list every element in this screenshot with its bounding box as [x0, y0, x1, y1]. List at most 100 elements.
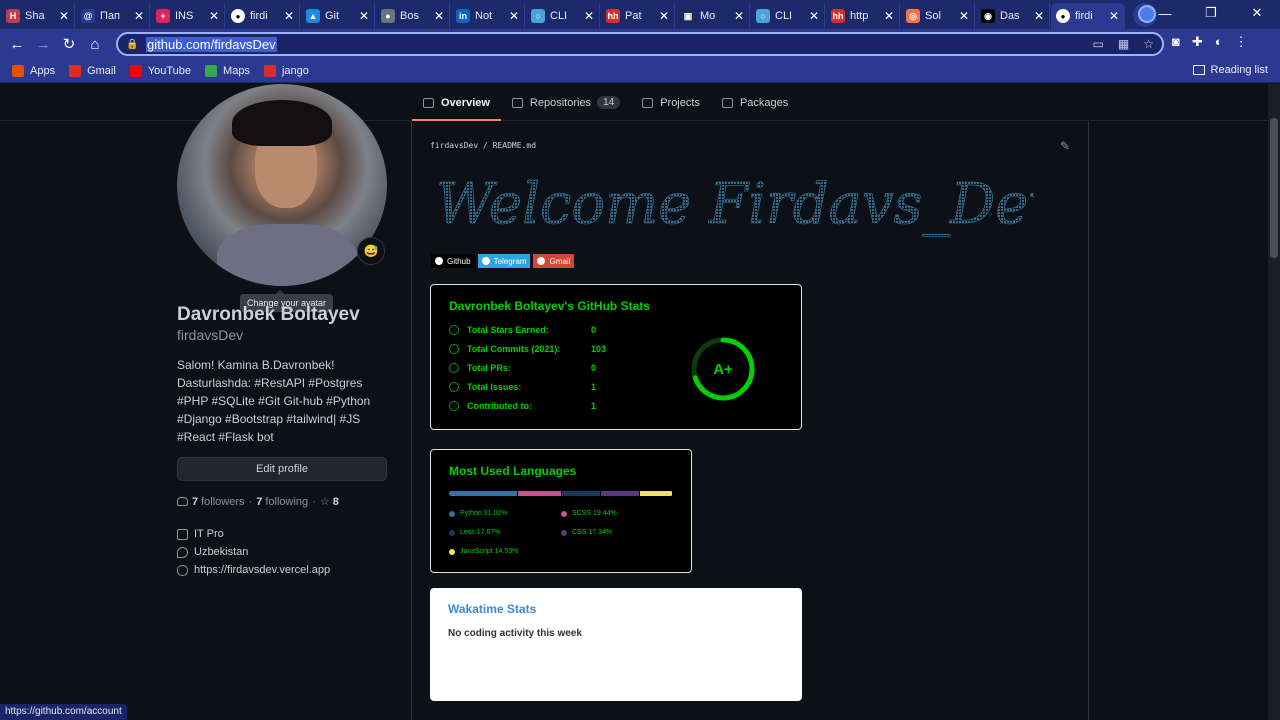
reading-list-button[interactable]: Reading list — [1192, 64, 1268, 76]
cast-icon[interactable]: ▭ — [1093, 37, 1104, 51]
github-icon: ● — [231, 9, 245, 23]
browser-tab[interactable]: ◎ Sol ✕ — [901, 3, 975, 29]
close-tab-icon[interactable]: ✕ — [959, 9, 969, 23]
language-legend-item: Python 31.02% — [449, 510, 507, 517]
extension-icons: ◙ ✚ ◐ ⋮ — [1172, 34, 1248, 50]
close-tab-icon[interactable]: ✕ — [434, 9, 444, 23]
browser-tab[interactable]: ● Bos ✕ — [376, 3, 450, 29]
home-icon[interactable]: ⌂ — [82, 36, 108, 53]
avatar-jacket-shape — [217, 224, 357, 286]
browser-tab[interactable]: ○ CLI ✕ — [751, 3, 825, 29]
stars-count: 8 — [332, 496, 339, 508]
browser-tab[interactable]: H Sha ✕ — [1, 3, 75, 29]
close-tab-icon[interactable]: ✕ — [659, 9, 669, 23]
clock-icon — [449, 344, 459, 354]
tab-label: Overview — [441, 96, 490, 109]
bookmark-item[interactable]: Apps — [12, 64, 55, 77]
close-tab-icon[interactable]: ✕ — [284, 9, 294, 23]
browser-tab[interactable]: + INS ✕ — [151, 3, 225, 29]
dot-separator: · — [312, 495, 316, 508]
profile-details: IT Pro Uzbekistan https://firdavsdev.ver… — [177, 525, 330, 579]
bookmark-star-icon[interactable]: ☆ — [1143, 37, 1154, 51]
reload-icon[interactable]: ↻ — [56, 35, 82, 53]
breadcrumb-user-link[interactable]: firdavsDev — [430, 141, 478, 150]
edit-readme-pencil-icon[interactable]: ✎ — [1060, 139, 1070, 153]
hh-icon: hh — [831, 9, 845, 23]
camera-icon[interactable]: ◙ — [1172, 34, 1180, 50]
edit-profile-button[interactable]: Edit profile — [177, 457, 387, 481]
close-tab-icon[interactable]: ✕ — [734, 9, 744, 23]
bookmark-item[interactable]: Gmail — [69, 64, 116, 77]
tab-overview[interactable]: Overview — [412, 84, 501, 121]
close-tab-icon[interactable]: ✕ — [1034, 9, 1044, 23]
close-tab-icon[interactable]: ✕ — [59, 9, 69, 23]
stats-value: 103 — [591, 344, 607, 354]
github-badge[interactable]: Github — [431, 254, 475, 268]
close-window-icon[interactable]: ✕ — [1234, 5, 1280, 21]
telegram-badge[interactable]: Telegram — [477, 254, 531, 268]
location-pin-icon — [177, 546, 188, 558]
browser-tab[interactable]: ▣ Mo ✕ — [676, 3, 750, 29]
tab-repositories[interactable]: Repositories 14 — [501, 84, 631, 121]
wakatime-title: Wakatime Stats — [448, 602, 537, 616]
tab-title: http — [850, 10, 869, 22]
browser-tab[interactable]: ◉ Das ✕ — [976, 3, 1050, 29]
stats-label: Contributed to: — [467, 401, 532, 411]
browser-tab[interactable]: ○ CLI ✕ — [526, 3, 600, 29]
browser-tab[interactable]: hh Pat ✕ — [601, 3, 675, 29]
plus-icon: + — [156, 9, 170, 23]
bookmark-item[interactable]: Maps — [205, 64, 250, 77]
website-row[interactable]: https://firdavsdev.vercel.app — [177, 561, 330, 579]
page-scrollbar[interactable] — [1268, 84, 1280, 720]
minimize-icon[interactable]: — — [1142, 6, 1188, 21]
close-tab-icon[interactable]: ✕ — [509, 9, 519, 23]
profile-avatar-icon[interactable]: ◐ — [1215, 34, 1223, 50]
star-icon: ☆ — [319, 496, 333, 508]
forward-icon[interactable]: → — [30, 36, 56, 53]
followers-link[interactable]: 7 followers — [192, 496, 245, 508]
back-icon[interactable]: ← — [4, 36, 30, 53]
tab-list: H Sha ✕ @ Пап ✕ + INS ✕ ● firdi ✕ ▲ Git ✕ ● Bos ✕ in Not ✕ ○ C… — [0, 0, 1125, 29]
repo-count-badge: 14 — [597, 96, 621, 109]
gmail-badge[interactable]: Gmail — [533, 254, 575, 268]
tab-title: Not — [475, 10, 493, 22]
scrollbar-thumb[interactable] — [1270, 118, 1278, 258]
star-icon — [449, 325, 459, 335]
breadcrumb-file-link[interactable]: README.md — [493, 141, 536, 150]
close-tab-icon[interactable]: ✕ — [809, 9, 819, 23]
close-tab-icon[interactable]: ✕ — [1109, 9, 1119, 23]
close-tab-icon[interactable]: ✕ — [584, 9, 594, 23]
maximize-icon[interactable]: ❐ — [1188, 5, 1234, 21]
browser-tab[interactable]: ● firdi ✕ — [1051, 3, 1125, 29]
bookmark-item[interactable]: jango — [263, 64, 309, 77]
address-bar[interactable]: 🔒 github.com/firdavsDev ▭ ▦ ☆ — [116, 32, 1164, 56]
languages-title: Most Used Languages — [449, 464, 577, 478]
profile-login: firdavsDev — [177, 327, 244, 343]
avatar[interactable] — [177, 84, 387, 286]
browser-tab[interactable]: ▲ Git ✕ — [301, 3, 375, 29]
browser-tab[interactable]: @ Пап ✕ — [76, 3, 150, 29]
qr-icon[interactable]: ▦ — [1118, 37, 1129, 51]
language-label: Less 17.67% — [460, 529, 501, 536]
stars-link[interactable]: ☆ 8 — [320, 495, 342, 508]
close-tab-icon[interactable]: ✕ — [884, 9, 894, 23]
tab-title: firdi — [1075, 10, 1093, 22]
website-link[interactable]: https://firdavsdev.vercel.app — [194, 564, 330, 576]
browser-tab[interactable]: in Not ✕ — [451, 3, 525, 29]
set-status-emoji-icon[interactable]: 😅 — [357, 237, 385, 265]
menu-kebab-icon[interactable]: ⋮ — [1235, 34, 1248, 50]
close-tab-icon[interactable]: ✕ — [209, 9, 219, 23]
page-icon: ▣ — [681, 9, 695, 23]
close-tab-icon[interactable]: ✕ — [134, 9, 144, 23]
rank-text: A+ — [713, 361, 733, 378]
extensions-puzzle-icon[interactable]: ✚ — [1192, 34, 1203, 50]
url-text[interactable]: github.com/firdavsDev — [146, 36, 277, 52]
browser-tab[interactable]: hh http ✕ — [826, 3, 900, 29]
close-tab-icon[interactable]: ✕ — [359, 9, 369, 23]
swirl-icon: ◎ — [906, 9, 920, 23]
browser-tab[interactable]: ● firdi ✕ — [226, 3, 300, 29]
tab-packages[interactable]: Packages — [711, 84, 799, 121]
bookmark-item[interactable]: YouTube — [129, 64, 191, 77]
following-link[interactable]: 7 following — [256, 496, 308, 508]
tab-projects[interactable]: Projects — [631, 84, 711, 121]
